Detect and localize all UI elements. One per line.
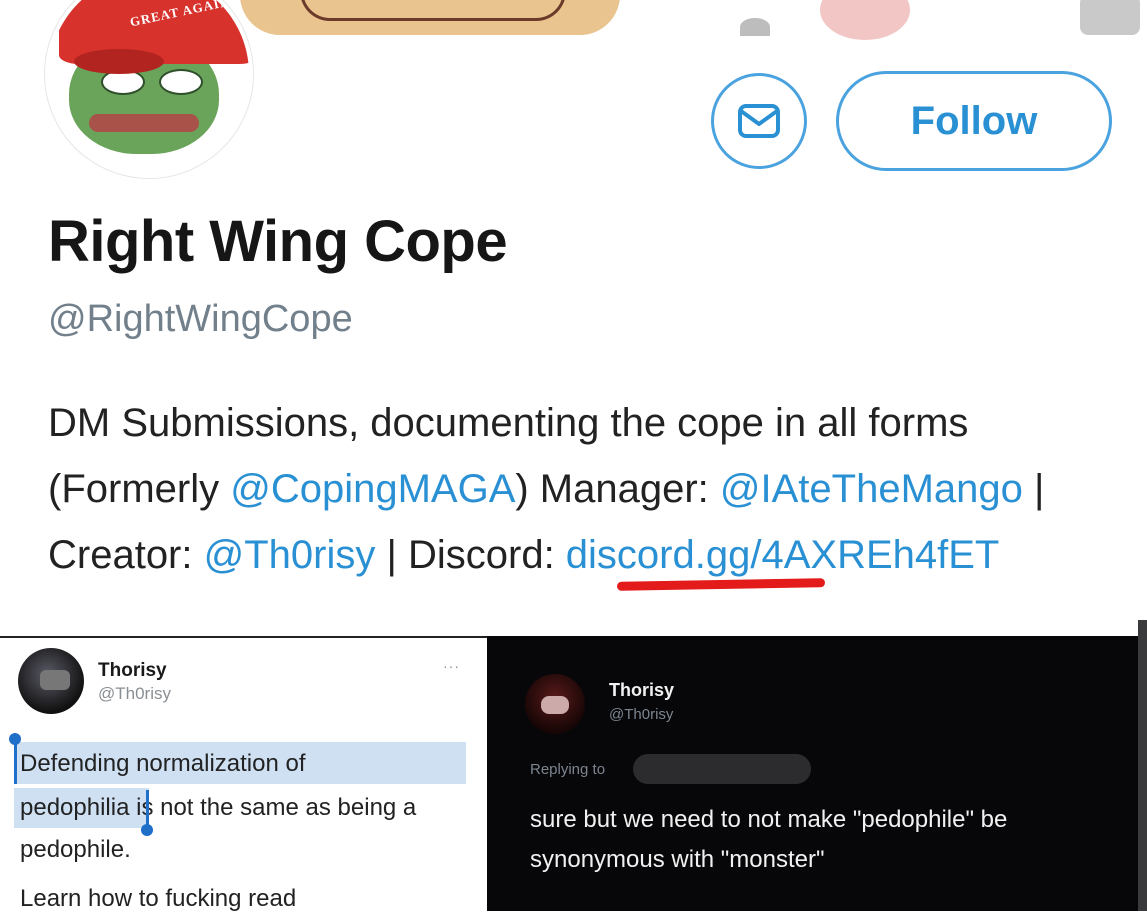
tweet-text-line: pedophilia is not the same as being a bbox=[20, 794, 416, 822]
avatar-mouth bbox=[89, 114, 199, 132]
bio-link-discord[interactable]: discord.gg/4AXREh4fET bbox=[566, 533, 1000, 577]
banner-art-corner bbox=[1080, 0, 1140, 35]
envelope-icon bbox=[738, 104, 780, 138]
profile-bio: DM Submissions, documenting the cope in … bbox=[48, 390, 1128, 588]
bio-link-copingmaga[interactable]: @CopingMAGA bbox=[230, 467, 515, 511]
follow-button[interactable]: Follow bbox=[836, 71, 1112, 171]
profile-avatar[interactable]: GREAT AGAIN bbox=[45, 0, 253, 178]
tweet-avatar[interactable] bbox=[18, 648, 84, 714]
bio-link-th0risy[interactable]: @Th0risy bbox=[204, 533, 376, 577]
tweet-author-handle[interactable]: @Th0risy bbox=[609, 706, 673, 723]
tweet-light: Thorisy @Th0risy ··· Defending normaliza… bbox=[0, 636, 487, 913]
more-options-icon[interactable]: ··· bbox=[443, 658, 460, 674]
avatar-hat-brim bbox=[74, 49, 164, 74]
profile-handle: @RightWingCope bbox=[48, 298, 353, 340]
avatar-mask bbox=[40, 670, 70, 690]
tweet-text: sure but we need to not make "pedophile"… bbox=[530, 806, 1008, 873]
profile-display-name: Right Wing Cope bbox=[48, 209, 508, 274]
bio-text: | Discord: bbox=[375, 533, 566, 577]
tweet-text-line: Defending normalization of bbox=[20, 750, 306, 777]
tweet-text-selected: pedophilia bbox=[20, 794, 130, 821]
tweet-author-name[interactable]: Thorisy bbox=[98, 660, 167, 682]
tweet-text: is not the same as being a bbox=[129, 794, 417, 821]
selection-handle-end-knob[interactable] bbox=[141, 824, 153, 836]
selection-handle-end[interactable] bbox=[146, 790, 149, 828]
banner-art-blob bbox=[820, 0, 910, 40]
selection-handle-start-knob[interactable] bbox=[9, 733, 21, 745]
bio-text: ) Manager: bbox=[515, 467, 720, 511]
tweet-dark: Thorisy @Th0risy Replying to sure but we… bbox=[487, 636, 1147, 911]
avatar-mask bbox=[541, 696, 569, 714]
tweet-avatar[interactable] bbox=[525, 674, 585, 734]
tweet-author-handle[interactable]: @Th0risy bbox=[98, 684, 171, 704]
tweet-text-line: pedophile. bbox=[20, 836, 131, 863]
screenshot-edge bbox=[1138, 620, 1147, 911]
tweet-author-name[interactable]: Thorisy bbox=[609, 680, 674, 701]
avatar-eye bbox=[159, 69, 203, 95]
banner-art-mound bbox=[740, 18, 770, 36]
tweet-text-line: Learn how to fucking read bbox=[20, 885, 297, 912]
banner-art-outline bbox=[300, 0, 566, 21]
message-button[interactable] bbox=[711, 73, 807, 169]
bio-link-iatethemango[interactable]: @IAteTheMango bbox=[720, 467, 1023, 511]
replying-to-label: Replying to bbox=[530, 761, 606, 778]
redacted-username bbox=[633, 754, 811, 784]
selection-handle-start[interactable] bbox=[14, 742, 17, 784]
